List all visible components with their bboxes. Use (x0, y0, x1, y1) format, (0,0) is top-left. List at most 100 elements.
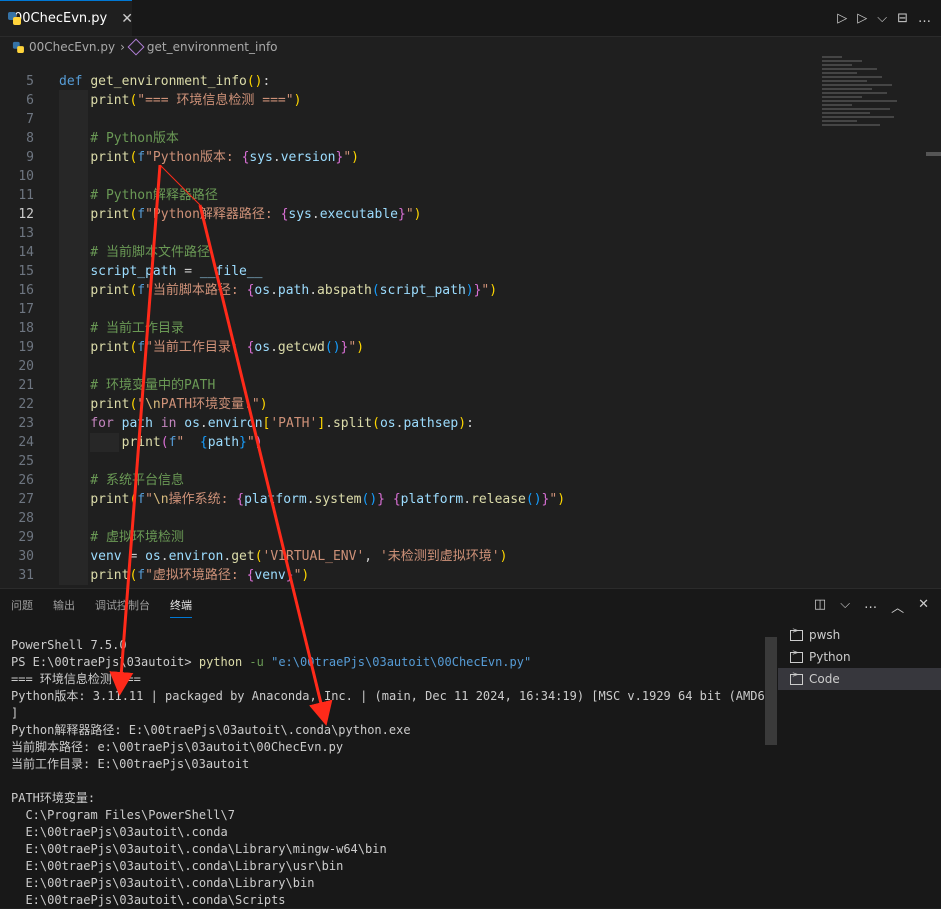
code-line: 16 print(f"当前脚本路径: {os.path.abspath(scri… (0, 281, 820, 300)
breadcrumb-separator: › (120, 40, 125, 54)
code-line: 13 (0, 224, 820, 243)
code-text: print(f"\n操作系统: {platform.system()} {pla… (90, 492, 566, 507)
line-number: 28 (18, 511, 34, 526)
line-number: 10 (18, 169, 34, 184)
terminal-list: pwsh Python Code (778, 624, 941, 690)
code-text: # 当前脚本文件路径 (59, 245, 210, 260)
code-text: print("=== 环境信息检测 ===") (90, 93, 302, 108)
terminal-item-python[interactable]: Python (778, 646, 941, 668)
tab-label: 00ChecEvn.py (14, 11, 108, 26)
terminal-output[interactable]: PowerShell 7.5.0 PS E:\00traePjs\03autoi… (11, 637, 779, 909)
tab-terminal[interactable]: 终端 (170, 597, 192, 618)
code-text: # 当前工作目录 (59, 321, 184, 336)
method-icon (127, 38, 145, 56)
terminal-icon (790, 648, 803, 663)
line-number: 30 (18, 549, 34, 564)
code-text: def get_environment_info(): (59, 74, 271, 89)
terminal-prompt: PS E:\00traePjs\03autoit> (11, 655, 199, 669)
line-number: 23 (18, 416, 34, 431)
terminal-scrollbar[interactable] (765, 637, 777, 745)
code-text: print(f"当前脚本路径: {os.path.abspath(script_… (90, 283, 498, 298)
tab-problems[interactable]: 问题 (11, 597, 33, 618)
chevron-down-icon[interactable]: ⌵ (840, 597, 850, 616)
code-line: 14 # 当前脚本文件路径 (0, 243, 820, 262)
line-number: 12 (18, 207, 34, 222)
line-number: 6 (26, 93, 34, 108)
run-debug-icon[interactable]: ▷ (857, 11, 867, 26)
code-line: 17 (0, 300, 820, 319)
run-icon[interactable]: ▷ (837, 11, 847, 26)
terminal-path: "e:\00traePjs\03autoit\00ChecEvn.py" (271, 655, 532, 669)
breadcrumb-file[interactable]: 00ChecEvn.py (29, 40, 115, 54)
code-text: for path in os.environ['PATH'].split(os.… (90, 416, 474, 431)
terminal-result: === 环境信息检测 === Python版本: 3.11.11 | packa… (11, 672, 780, 907)
code-text: print(f"虚拟环境路径: {venv}") (90, 568, 310, 583)
code-line: 7 (0, 110, 820, 129)
code-line: 5 def get_environment_info(): (0, 72, 820, 91)
bottom-panel: 问题 输出 调试控制台 终端 ◫ ⌵ … ︿ ✕ PowerShell 7.5.… (0, 588, 941, 908)
panel-actions: ◫ ⌵ … ︿ ✕ (814, 597, 929, 616)
tab-output[interactable]: 输出 (53, 597, 75, 618)
close-panel-icon[interactable]: ✕ (918, 597, 929, 616)
code-text: # Python版本 (59, 131, 179, 146)
panel-tabs: 问题 输出 调试控制台 终端 (11, 597, 192, 618)
line-number: 15 (18, 264, 34, 279)
code-line: 20 (0, 357, 820, 376)
line-number: 16 (18, 283, 34, 298)
code-text: venv = os.environ.get('VIRTUAL_ENV', '未检… (90, 549, 508, 564)
code-text: # 系统平台信息 (59, 473, 184, 488)
code-text: print(f" {path}") (121, 435, 263, 450)
terminal-icon (790, 670, 803, 685)
line-number: 14 (18, 245, 34, 260)
code-text: print(f"Python解释器路径: {sys.executable}") (90, 207, 422, 222)
terminal-item-code[interactable]: Code (778, 668, 941, 690)
line-number: 19 (18, 340, 34, 355)
line-number: 5 (26, 74, 34, 89)
more-actions-icon[interactable]: … (918, 11, 931, 26)
code-line: 28 (0, 509, 820, 528)
code-line: 24 print(f" {path}") (0, 433, 820, 452)
line-number: 11 (18, 188, 34, 203)
minimap[interactable] (822, 56, 926, 136)
chevron-down-icon[interactable]: ⌵ (877, 11, 887, 26)
code-line: 30 venv = os.environ.get('VIRTUAL_ENV', … (0, 547, 820, 566)
line-number: 25 (18, 454, 34, 469)
code-text: print("\nPATH环境变量:") (90, 397, 268, 412)
code-line: 29 # 虚拟环境检测 (0, 528, 820, 547)
code-line: 21 # 环境变量中的PATH (0, 376, 820, 395)
split-terminal-icon[interactable]: ◫ (814, 597, 826, 616)
terminal-icon (790, 626, 803, 641)
terminal-item-pwsh[interactable]: pwsh (778, 624, 941, 646)
editor-scrollbar[interactable] (926, 152, 941, 156)
code-line: 19 print(f"当前工作目录: {os.getcwd()}") (0, 338, 820, 357)
line-number: 18 (18, 321, 34, 336)
editor-actions: ▷ ▷ ⌵ ⊟ … (837, 0, 931, 36)
code-line: 6 print("=== 环境信息检测 ===") (0, 91, 820, 110)
line-number: 29 (18, 530, 34, 545)
code-line: 11 # Python解释器路径 (0, 186, 820, 205)
tab-debug-console[interactable]: 调试控制台 (95, 597, 150, 618)
more-actions-icon[interactable]: … (864, 597, 877, 616)
line-number: 21 (18, 378, 34, 393)
code-text: script_path = __file__ (90, 264, 263, 279)
code-line: 27 print(f"\n操作系统: {platform.system()} {… (0, 490, 820, 509)
breadcrumb: 00ChecEvn.py › get_environment_info (0, 37, 941, 57)
code-line: 23 for path in os.environ['PATH'].split(… (0, 414, 820, 433)
split-editor-icon[interactable]: ⊟ (897, 11, 908, 26)
code-text: # Python解释器路径 (59, 188, 218, 203)
editor-tab[interactable]: 00ChecEvn.py ✕ (0, 0, 133, 36)
line-number: 7 (26, 112, 34, 127)
line-number: 9 (26, 150, 34, 165)
close-tab-icon[interactable]: ✕ (121, 11, 133, 27)
code-line: 31 print(f"虚拟环境路径: {venv}") (0, 566, 820, 585)
code-editor[interactable]: 5 def get_environment_info(): 6 print("==… (0, 72, 941, 586)
line-number: 24 (18, 435, 34, 450)
line-number: 17 (18, 302, 34, 317)
line-number: 27 (18, 492, 34, 507)
breadcrumb-symbol[interactable]: get_environment_info (147, 40, 278, 54)
code-line: 25 (0, 452, 820, 471)
line-number: 22 (18, 397, 34, 412)
line-number: 31 (18, 568, 34, 583)
code-text: # 虚拟环境检测 (59, 530, 184, 545)
maximize-panel-icon[interactable]: ︿ (891, 597, 904, 616)
